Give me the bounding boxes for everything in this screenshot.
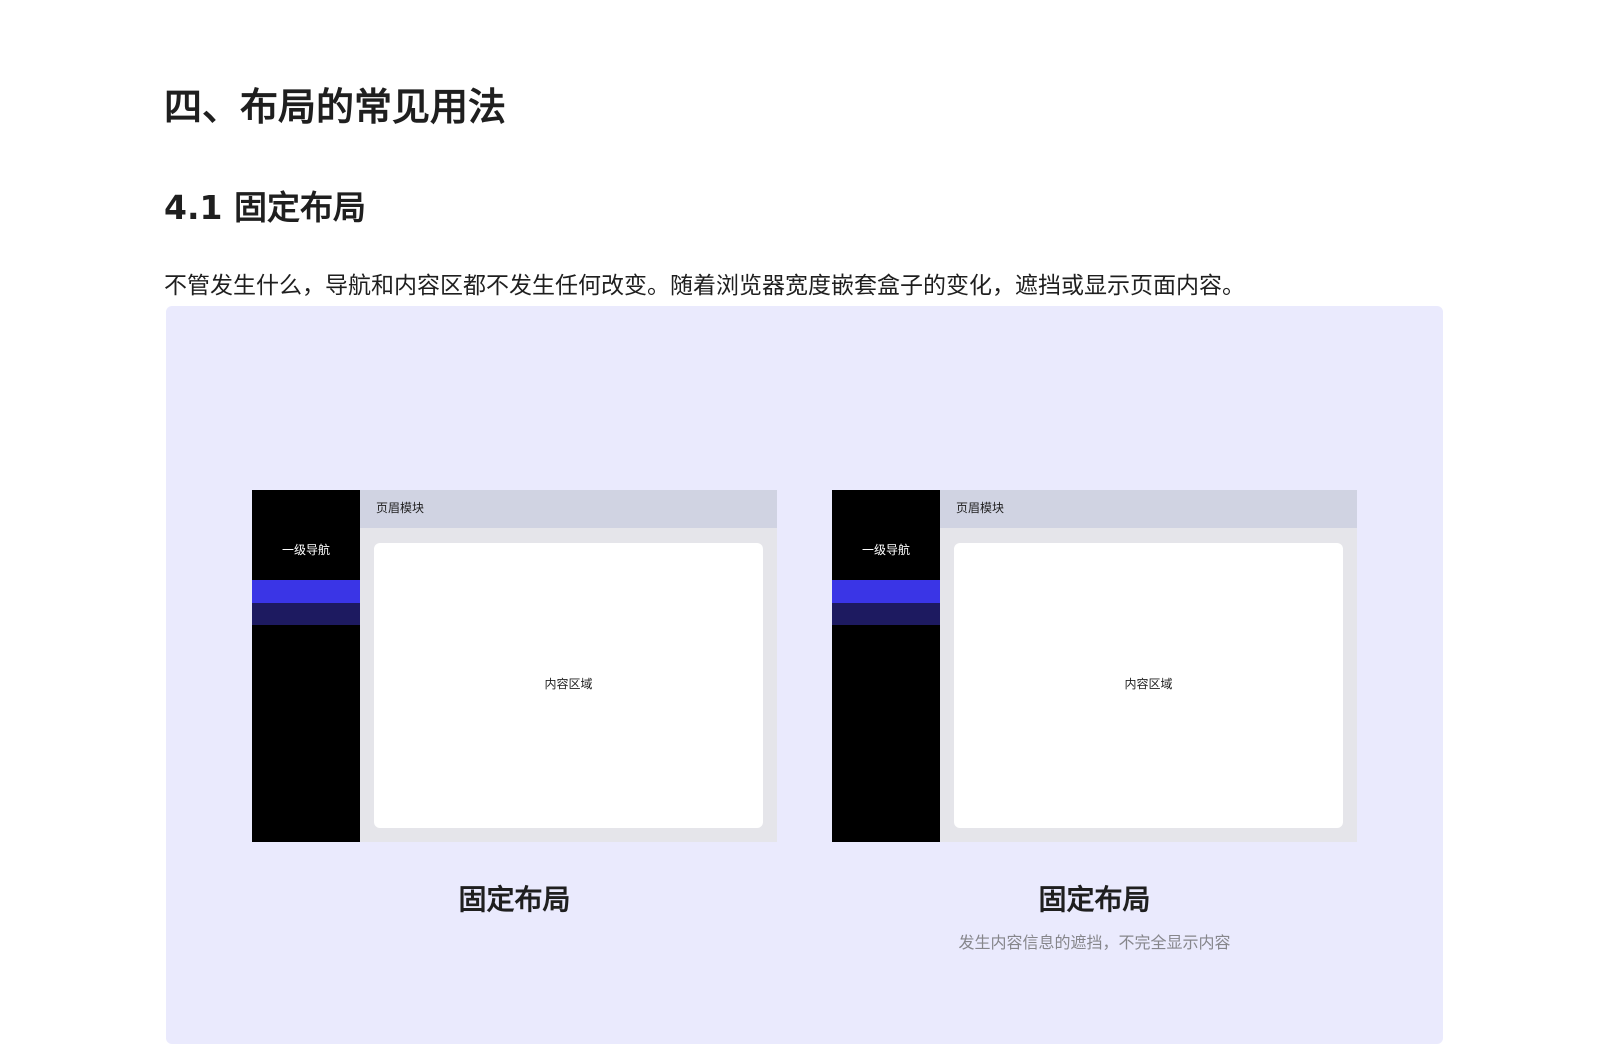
primary-nav-label: 一级导航 [861,543,910,557]
content-area: 内容区域 [374,543,763,828]
primary-nav-label: 一级导航 [281,543,330,557]
header-module: 页眉模块 [360,490,777,528]
header-module: 页眉模块 [940,490,1357,528]
primary-nav-sidebar: 一级导航 [252,490,360,842]
nav-sub-item [252,603,360,625]
header-module-label: 页眉模块 [956,501,1005,515]
caption-right: 固定布局 [1038,883,1151,916]
header-module-label: 页眉模块 [376,501,425,515]
fixed-layout-mockup-right: 一级导航 页眉模块 内容区域 [832,490,1357,842]
nav-sub-item [832,603,940,625]
document-page: 四、布局的常见用法 4.1 固定布局 不管发生什么，导航和内容区都不发生任何改变… [0,0,1598,1058]
body-paragraph: 不管发生什么，导航和内容区都不发生任何改变。随着浏览器宽度嵌套盒子的变化，遮挡或… [164,273,1245,299]
content-area: 内容区域 [954,543,1343,828]
layout-illustration: 一级导航 页眉模块 内容区域 固定布局 一级导航 页眉模块 内容区域 固定布局 … [166,306,1443,1044]
subsection-heading: 4.1 固定布局 [164,188,366,227]
nav-active-item [252,580,360,603]
primary-nav-sidebar: 一级导航 [832,490,940,842]
caption-right-note: 发生内容信息的遮挡，不完全显示内容 [958,933,1231,952]
caption-left: 固定布局 [458,883,571,916]
nav-active-item [832,580,940,603]
content-area-label: 内容区域 [1124,677,1173,691]
section-heading: 四、布局的常见用法 [164,85,507,129]
content-area-label: 内容区域 [544,677,593,691]
fixed-layout-mockup-left: 一级导航 页眉模块 内容区域 [252,490,777,842]
